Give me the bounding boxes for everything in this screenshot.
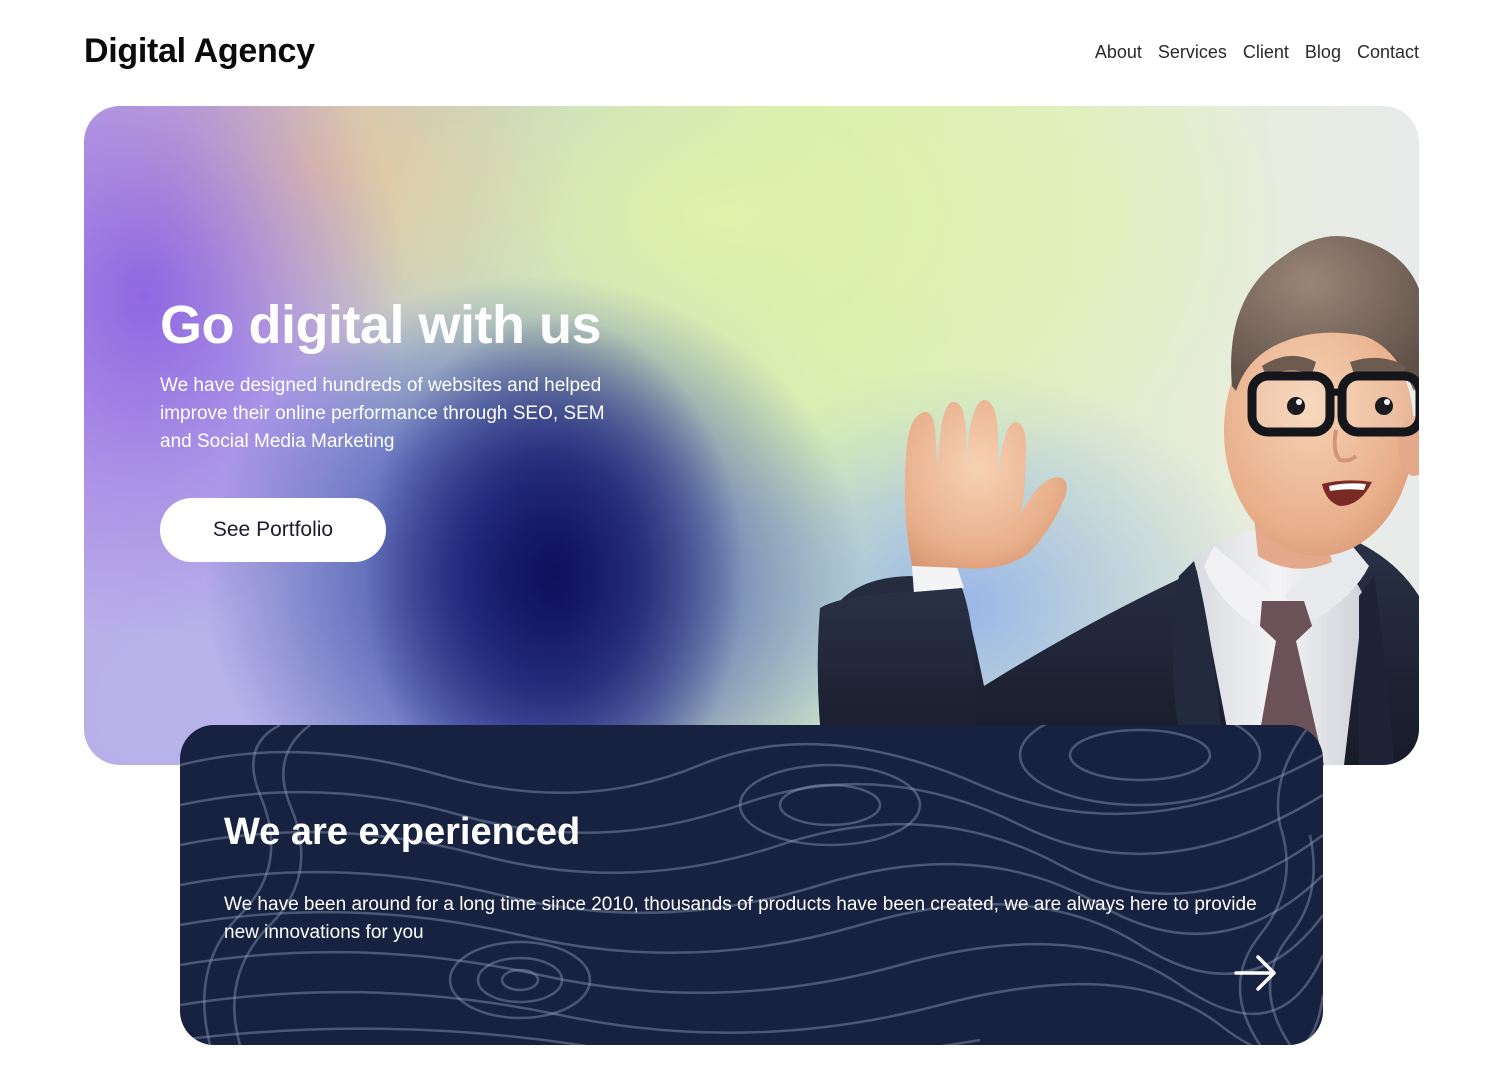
topographic-pattern (180, 725, 1323, 1045)
nav-link-services[interactable]: Services (1158, 42, 1227, 63)
site-logo[interactable]: Digital Agency (84, 32, 315, 71)
hero-description: We have designed hundreds of websites an… (160, 375, 605, 452)
hero-title: Go digital with us (160, 295, 601, 355)
experience-title: We are experienced (224, 811, 581, 853)
nav-link-about[interactable]: About (1095, 42, 1142, 63)
nav-link-contact[interactable]: Contact (1357, 42, 1419, 63)
hero-banner: Go digital with us We have designed hund… (84, 106, 1419, 765)
main-nav: About Services Client Blog Contact (1095, 42, 1419, 63)
site-header: Digital Agency About Services Client Blo… (84, 0, 1419, 106)
arrow-right-icon[interactable] (1230, 953, 1280, 993)
see-portfolio-button[interactable]: See Portfolio (160, 498, 386, 562)
nav-link-blog[interactable]: Blog (1305, 42, 1341, 63)
nav-link-client[interactable]: Client (1243, 42, 1289, 63)
experience-card: We are experienced We have been around f… (180, 725, 1323, 1045)
waving-businessman-illustration (817, 236, 1419, 765)
experience-description: We have been around for a long time sinc… (224, 894, 1257, 943)
